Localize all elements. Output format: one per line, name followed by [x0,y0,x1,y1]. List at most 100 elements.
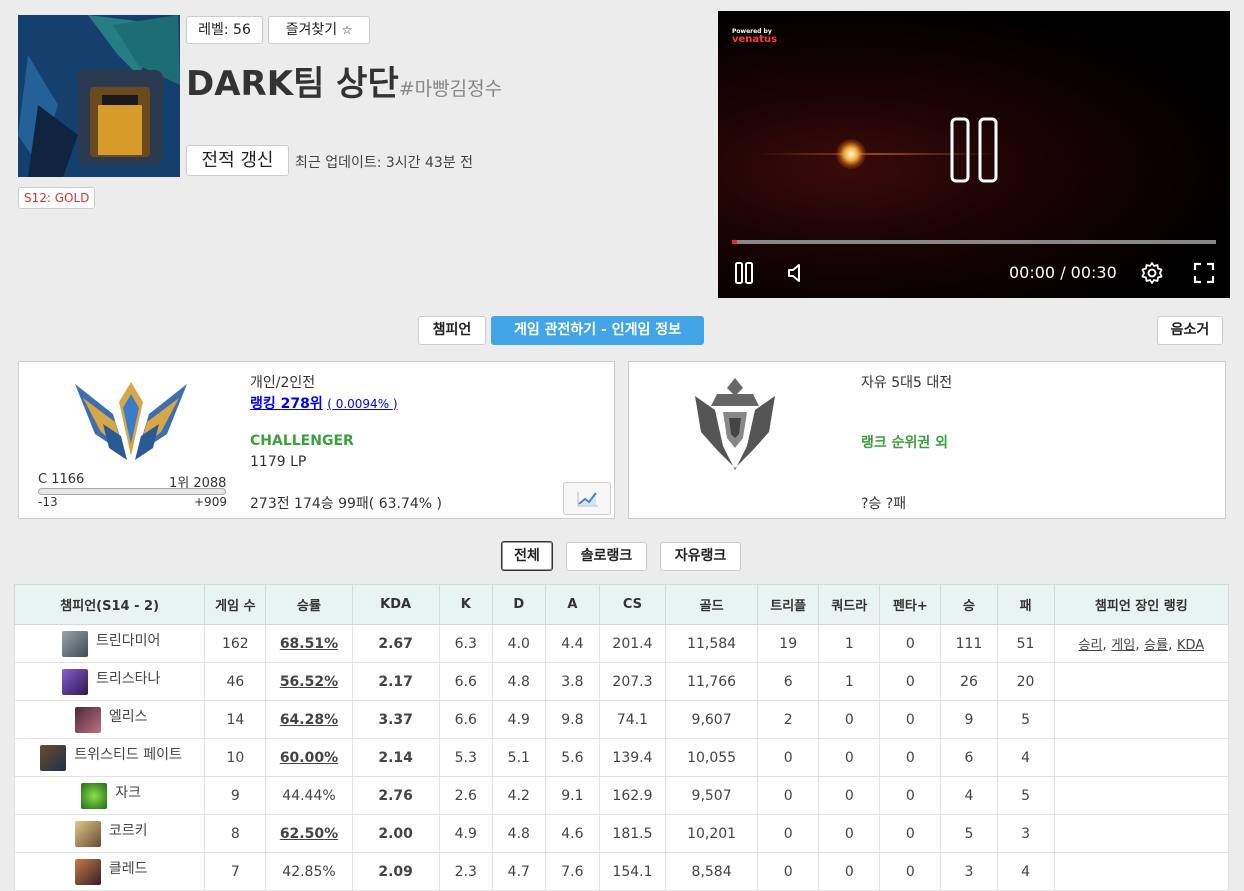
header-triple[interactable]: 트리플 [757,584,820,625]
favorite-button[interactable]: 즐겨찾기 ☆ [268,16,370,44]
filter-flex-button[interactable]: 자유랭크 [660,542,741,571]
fullscreen-icon[interactable] [1192,261,1216,285]
refresh-button[interactable]: 전적 갱신 [186,145,289,176]
champion-cell[interactable]: 트린다미어 [13,624,206,663]
kda-cell: 2.14 [351,738,440,777]
kills-cell: 2.3 [438,852,493,891]
table-row[interactable]: 트리스타나 46 56.52% 2.17 6.6 4.8 3.8 207.3 1… [13,662,1230,701]
cutoff-left: C 1166 [38,472,85,487]
triple-cell: 19 [757,624,820,663]
kda-cell: 2.17 [351,662,440,701]
assists-cell: 3.8 [544,662,600,701]
deaths-cell: 4.8 [491,662,546,701]
deaths-cell: 4.7 [491,852,546,891]
header-assists[interactable]: A [544,584,600,625]
winrate-cell: 64.28% [265,700,353,739]
gold-cell: 11,766 [665,662,759,701]
triple-cell: 2 [757,700,820,739]
header-deaths[interactable]: D [491,584,546,625]
header-quadra[interactable]: 쿼드라 [818,584,881,625]
champion-cell[interactable]: 엘리스 [13,700,206,739]
triple-cell: 0 [757,814,820,853]
ranking-link[interactable]: 랭킹 278위 ( 0.0094% ) [250,393,398,413]
penta-cell: 0 [879,776,942,815]
kda-cell: 2.67 [351,624,440,663]
losses-cell: 20 [996,662,1055,701]
mastery-games-link[interactable]: 게임 [1111,638,1135,653]
wins-cell: 26 [940,662,998,701]
table-row[interactable]: 트위스티드 페이트 10 60.00% 2.14 5.3 5.1 5.6 139… [13,738,1230,777]
video-progress-fill [732,240,737,244]
mastery-wins-link[interactable]: 승리 [1078,638,1102,653]
champion-cell[interactable]: 코르키 [13,814,206,853]
filter-all-button[interactable]: 전체 [501,541,553,571]
tab-spectate-game[interactable]: 게임 관전하기 - 인게임 정보 [491,316,704,345]
header-cs[interactable]: CS [598,584,667,625]
champion-cell[interactable]: 트위스티드 페이트 [13,738,206,777]
flex-rank-card: 자유 5대5 대전 랭크 순위권 외 ?승 ?패 [628,361,1226,519]
champion-cell[interactable]: 트리스타나 [13,662,206,701]
champion-stats-table: 챔피언(S14 - 2) 게임 수 승률 KDA K D A CS 골드 트리플… [13,584,1230,891]
champion-zac-icon [81,782,108,809]
champion-cell[interactable]: 자크 [13,776,206,815]
champion-name[interactable]: 코르키 [109,823,148,839]
champion-twisted-fate-icon [40,744,67,771]
champion-name[interactable]: 트리스타나 [96,671,160,687]
wins-cell: 3 [940,852,998,891]
mastery-kda-link[interactable]: KDA [1177,638,1204,653]
chart-icon [577,492,598,507]
kda-cell: 2.09 [351,852,440,891]
video-progress-bar[interactable] [732,240,1216,244]
quadra-cell: 1 [818,662,881,701]
ranking-text[interactable]: 랭킹 278위 [250,396,323,412]
champion-name[interactable]: 트위스티드 페이트 [74,747,182,763]
assists-cell: 7.6 [544,852,600,891]
table-row[interactable]: 코르키 8 62.50% 2.00 4.9 4.8 4.6 181.5 10,2… [13,814,1230,853]
mastery-ranking-cell [1053,852,1230,891]
rank-chart-button[interactable] [563,482,611,515]
champion-name[interactable]: 트린다미어 [96,633,160,649]
winrate-cell: 68.51% [265,624,353,663]
losses-cell: 4 [996,852,1055,891]
volume-icon[interactable] [786,261,806,285]
penta-cell: 0 [879,624,942,663]
video-player[interactable]: Powered by venatus 00:00 / 00:30 [718,11,1230,298]
champion-elise-icon [74,706,101,733]
pause-large-icon[interactable] [950,117,998,183]
header-losses[interactable]: 패 [996,584,1055,625]
assists-cell: 4.4 [544,624,600,663]
header-penta[interactable]: 펜타+ [879,584,942,625]
settings-gear-icon[interactable] [1140,261,1164,285]
assists-cell: 9.1 [544,776,600,815]
champion-name[interactable]: 자크 [115,785,141,801]
cs-cell: 201.4 [598,624,667,663]
filter-solo-button[interactable]: 솔로랭크 [566,542,647,571]
mastery-ranking-cell [1053,776,1230,815]
ranking-percent[interactable]: ( 0.0094% ) [327,397,397,411]
games-cell: 7 [204,852,267,891]
tab-champion[interactable]: 챔피언 [418,316,486,345]
header-wins[interactable]: 승 [940,584,998,625]
table-row[interactable]: 클레드 7 42.85% 2.09 2.3 4.7 7.6 154.1 8,58… [13,852,1230,891]
mute-button[interactable]: 음소거 [1157,316,1223,345]
header-games[interactable]: 게임 수 [204,584,267,625]
header-gold[interactable]: 골드 [665,584,759,625]
header-kda[interactable]: KDA [351,584,440,625]
triple-cell: 0 [757,776,820,815]
header-kills[interactable]: K [438,584,493,625]
table-row[interactable]: 엘리스 14 64.28% 3.37 6.6 4.9 9.8 74.1 9,60… [13,700,1230,739]
table-row[interactable]: 트린다미어 162 68.51% 2.67 6.3 4.0 4.4 201.4 … [13,624,1230,663]
champion-cell[interactable]: 클레드 [13,852,206,891]
mastery-winrate-link[interactable]: 승률 [1144,638,1168,653]
kills-cell: 6.6 [438,700,493,739]
flex-rank-status: 랭크 순위권 외 [861,435,949,451]
losses-cell: 4 [996,738,1055,777]
table-row[interactable]: 자크 9 44.44% 2.76 2.6 4.2 9.1 162.9 9,507… [13,776,1230,815]
pause-icon[interactable] [734,261,754,285]
champion-name[interactable]: 클레드 [109,861,148,877]
penta-cell: 0 [879,814,942,853]
season-badge: S12: GOLD [18,187,96,209]
header-champion[interactable]: 챔피언(S14 - 2) [13,584,206,625]
champion-name[interactable]: 엘리스 [109,709,148,725]
header-winrate[interactable]: 승률 [265,584,353,625]
